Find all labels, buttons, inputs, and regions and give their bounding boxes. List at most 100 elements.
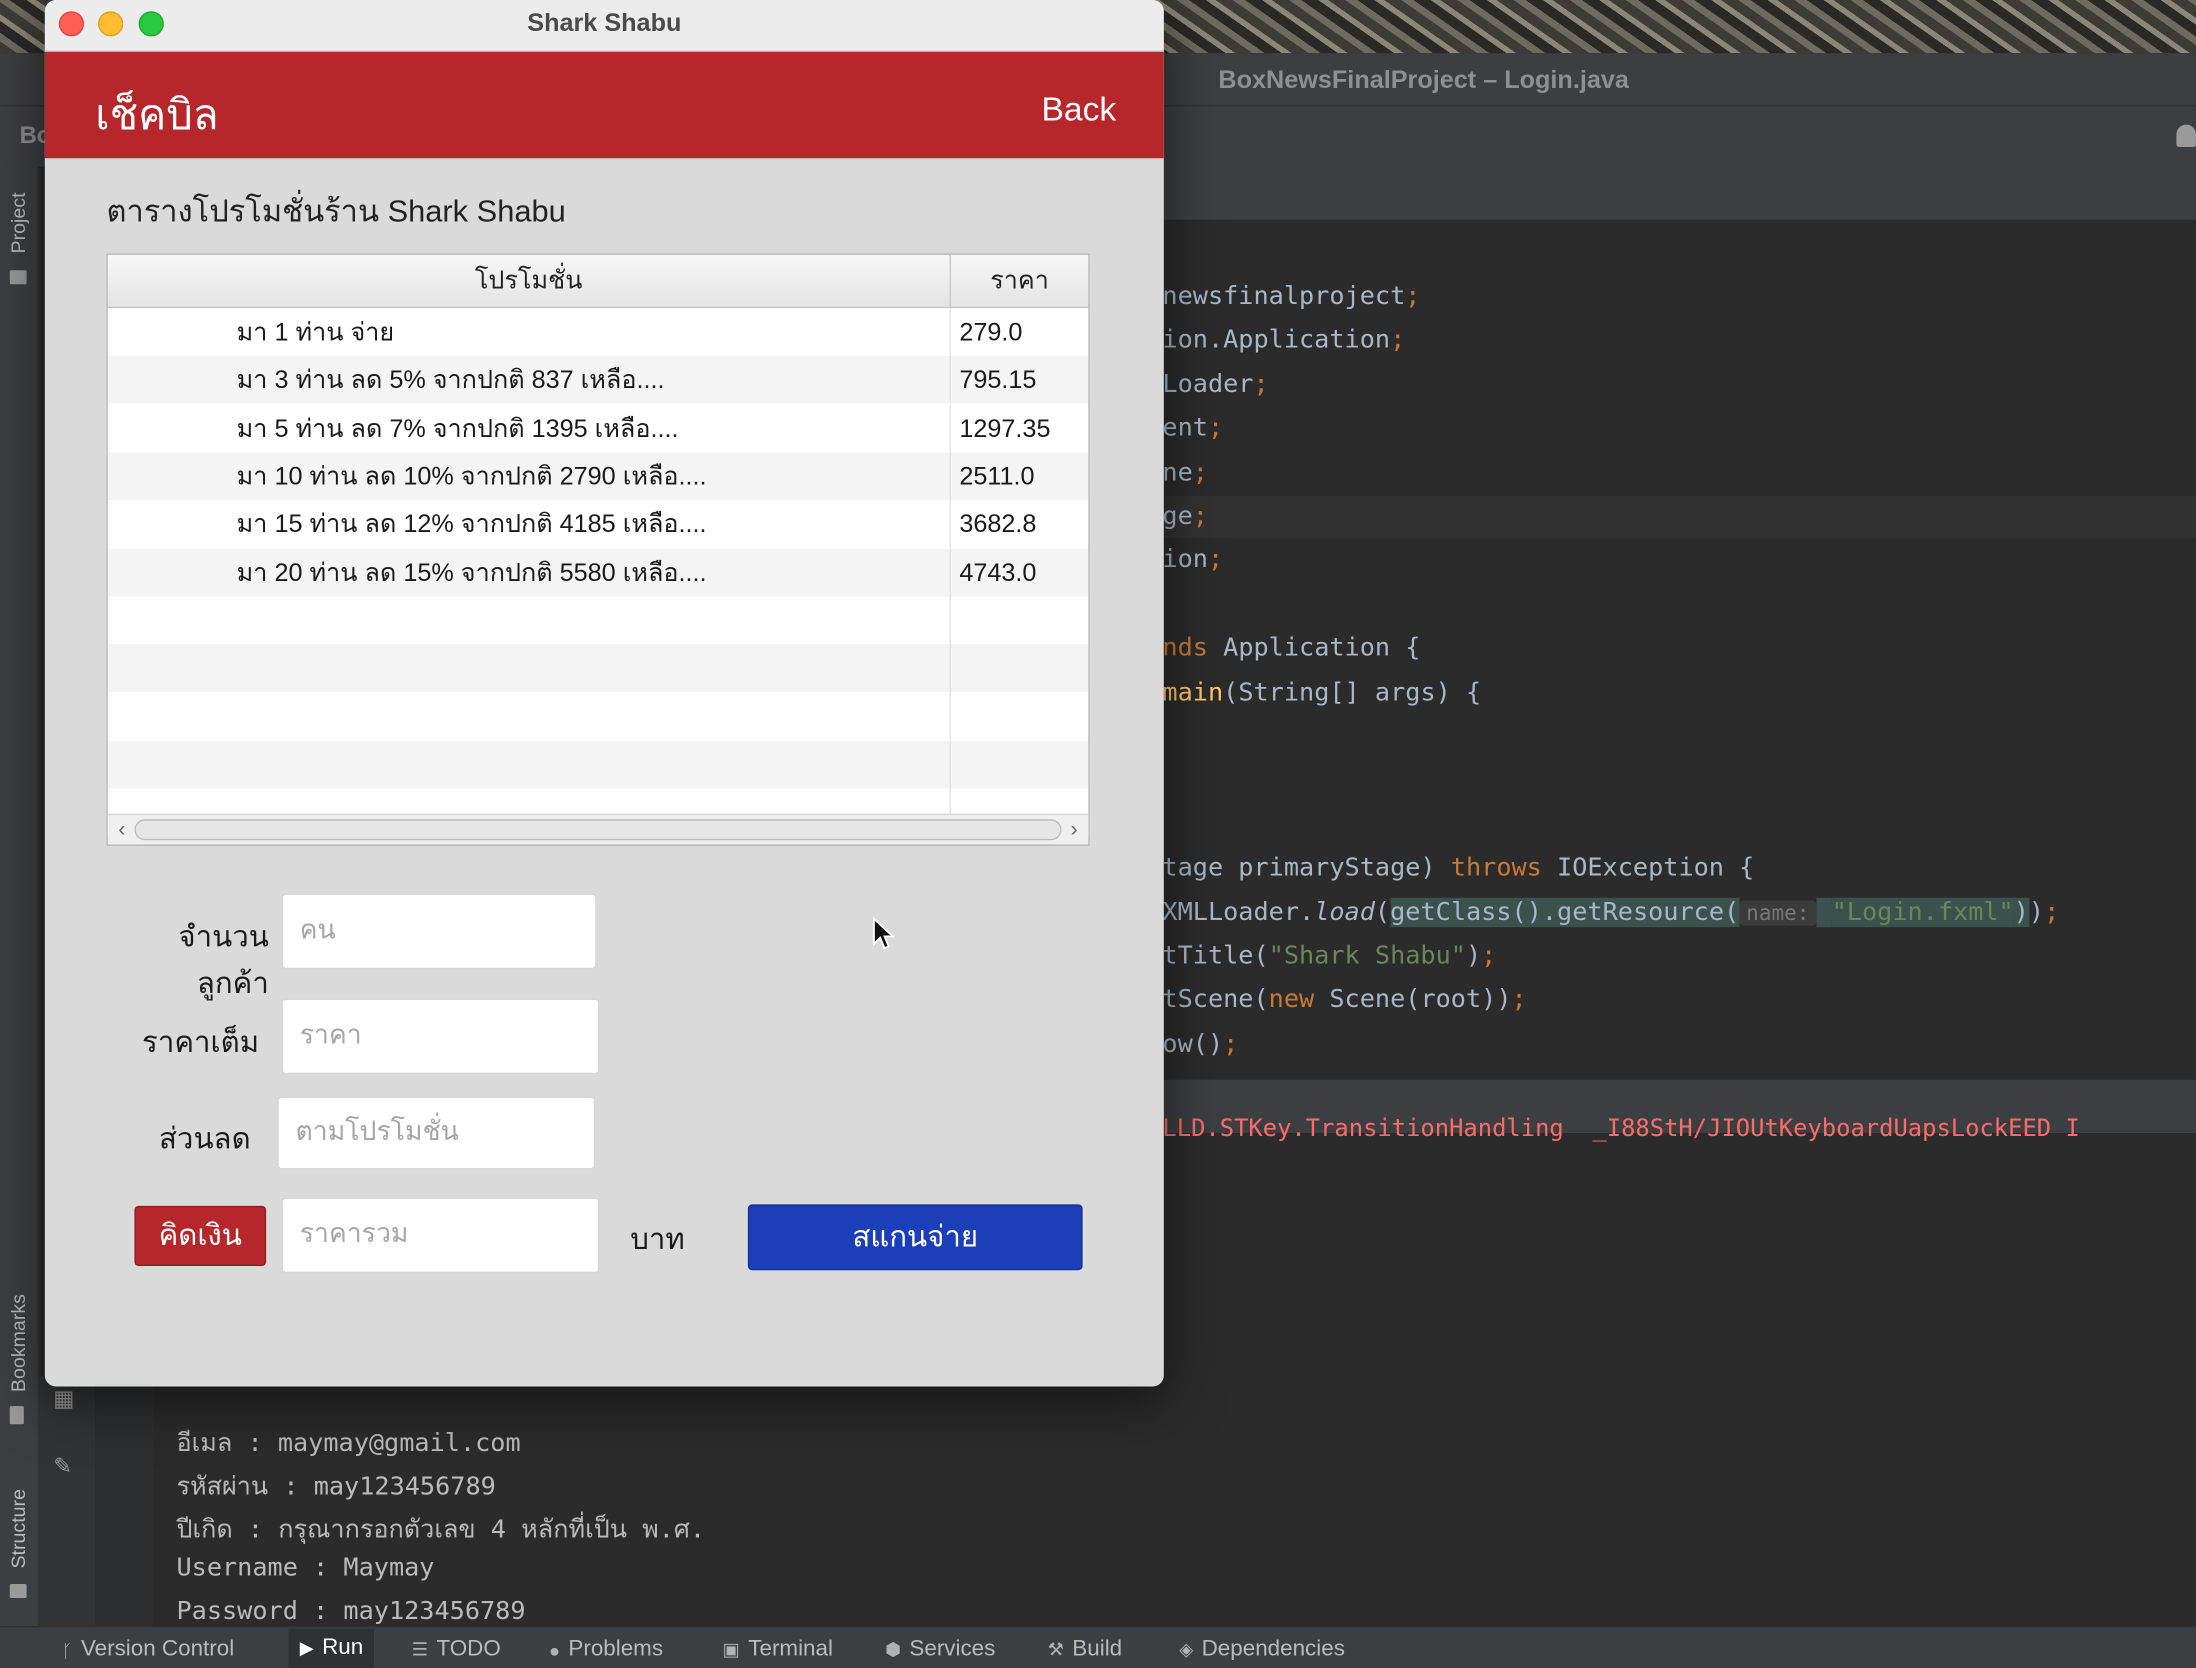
customers-input[interactable] xyxy=(281,893,597,970)
code-token: ( xyxy=(1374,897,1391,927)
code-editor[interactable]: newsfinalproject; ion.Application; Loader;… xyxy=(1162,219,2196,1117)
layers-icon: ◈ xyxy=(1179,1638,1194,1660)
code-line[interactable]: ne; xyxy=(1162,452,2196,494)
code-line[interactable]: ow(); xyxy=(1162,1023,2196,1065)
toolwindow-label: Version Control xyxy=(80,1637,235,1661)
promotion-cell: มา 10 ท่าน ลด 10% จากปกติ 2790 เหลือ.... xyxy=(108,452,951,500)
code-line[interactable]: main(String[] args) { xyxy=(1162,672,2196,714)
branch-icon: ᚴ xyxy=(61,1639,73,1661)
empty-table-row[interactable] xyxy=(107,740,1089,789)
code-token: tage primaryStage) xyxy=(1162,853,1451,883)
empty-table-row[interactable] xyxy=(107,644,1089,692)
price-cell xyxy=(951,596,1088,644)
code-line[interactable]: tage primaryStage) throws IOException { xyxy=(1162,848,2196,890)
table-row[interactable]: มา 5 ท่าน ลด 7% จากปกติ 1395 เหลือ.... 12… xyxy=(107,404,1089,452)
table-row[interactable]: มา 20 ท่าน ลด 15% จากปกติ 5580 เหลือ....… xyxy=(107,548,1089,596)
empty-table-row[interactable] xyxy=(107,596,1089,644)
layout-icon[interactable]: ▦ xyxy=(53,1385,78,1412)
scroll-left-icon[interactable]: ‹ xyxy=(111,815,133,846)
toolwindow-label: Services xyxy=(909,1637,996,1661)
code-token: ow() xyxy=(1162,1029,1224,1059)
scrollbar-thumb[interactable] xyxy=(134,819,1062,841)
code-token: ent xyxy=(1162,413,1208,443)
column-header-price[interactable]: ราคา xyxy=(951,255,1088,307)
code-token: Loader xyxy=(1162,369,1254,399)
code-line[interactable]: ion.Application; xyxy=(1162,320,2196,362)
header-bar: เช็คบิล Back xyxy=(44,51,1164,159)
run-icon: ▶ xyxy=(299,1637,314,1659)
pin-icon[interactable]: ✎ xyxy=(53,1452,78,1479)
code-line[interactable]: ge; xyxy=(1162,495,2196,538)
project-tool-tab[interactable]: Project xyxy=(7,192,29,253)
back-button[interactable]: Back xyxy=(1041,91,1116,130)
promotion-cell: มา 5 ท่าน ลด 7% จากปกติ 1395 เหลือ.... xyxy=(108,404,951,452)
toolwindow-build-button[interactable]: ⚒ Build xyxy=(1048,1634,1123,1665)
discount-input[interactable] xyxy=(277,1096,596,1170)
bookmarks-tool-tab[interactable]: Bookmarks xyxy=(7,1294,29,1392)
total-price-input[interactable] xyxy=(281,1197,600,1274)
code-token: ; xyxy=(2044,897,2060,927)
bookmark-icon xyxy=(9,1406,24,1425)
structure-tool-tab[interactable]: Structure xyxy=(7,1489,29,1569)
price-cell: 795.15 xyxy=(959,365,1037,394)
code-token: name: xyxy=(1739,899,1817,926)
list-icon: ☰ xyxy=(411,1638,429,1660)
run-toolbar: ▦ ✎ xyxy=(39,1376,96,1629)
code-line[interactable] xyxy=(1162,804,2196,846)
table-header: โปรโมชั่น ราคา xyxy=(107,254,1089,309)
code-token: newsfinalproject xyxy=(1162,281,1406,311)
toolwindow-label: Terminal xyxy=(748,1637,833,1661)
code-token: new xyxy=(1268,985,1330,1015)
code-line[interactable] xyxy=(1162,584,2196,626)
ide-window-title: BoxNewsFinalProject – Login.java xyxy=(1218,65,1629,94)
promotion-table[interactable]: โปรโมชั่น ราคา มา 1 ท่าน จ่าย 279.0 มา 3 ท… xyxy=(106,253,1090,846)
terminal-icon: ▣ xyxy=(722,1638,740,1660)
code-token: Scene(root)) xyxy=(1329,985,1512,1015)
promotion-table-title: ตารางโปรโมชั่นร้าน Shark Shabu xyxy=(106,193,566,229)
code-line[interactable]: ent; xyxy=(1162,408,2196,450)
code-token: nds xyxy=(1162,633,1224,663)
price-cell xyxy=(951,644,1088,692)
console-line: ปีเกิด : กรุณากรอกตัวเลข 4 หลักที่เป็น พ… xyxy=(176,1515,706,1546)
window-title: Shark Shabu xyxy=(527,8,682,37)
toolwindow-version-control-button[interactable]: ᚴ Version Control xyxy=(62,1634,235,1665)
code-line[interactable]: ion; xyxy=(1162,540,2196,582)
run-console[interactable]: อีเมล : maymay@gmail.com รหัสผ่าน : may12… xyxy=(154,1376,2196,1668)
toolwindow-dependencies-button[interactable]: ◈ Dependencies xyxy=(1179,1634,1345,1665)
table-row[interactable]: มา 1 ท่าน จ่าย 279.0 xyxy=(107,308,1089,356)
table-row[interactable]: มา 15 ท่าน ลด 12% จากปกติ 4185 เหลือ....… xyxy=(107,500,1089,548)
horizontal-scrollbar[interactable]: ‹ › xyxy=(107,813,1089,846)
toolwindow-label: TODO xyxy=(436,1637,501,1661)
empty-table-row[interactable] xyxy=(107,692,1089,741)
full-price-input[interactable] xyxy=(281,998,600,1075)
currency-label: บาท xyxy=(630,1224,685,1257)
toolwindow-run-button[interactable]: ▶ Run xyxy=(288,1628,375,1668)
code-line[interactable] xyxy=(1162,716,2196,758)
toolwindow-todo-button[interactable]: ☰ TODO xyxy=(412,1634,501,1665)
code-line[interactable]: tTitle("Shark Shabu"); xyxy=(1162,936,2196,978)
code-line[interactable] xyxy=(1162,760,2196,802)
column-header-promotion[interactable]: โปรโมชั่น xyxy=(108,254,951,307)
console-line: อีเมล : maymay@gmail.com xyxy=(176,1428,521,1458)
scroll-right-icon[interactable]: › xyxy=(1063,815,1085,846)
user-icon[interactable] xyxy=(2176,124,2196,148)
code-line[interactable]: nds Application { xyxy=(1162,628,2196,670)
screen: BoxNewsFinalProject – Login.java Bo Proj… xyxy=(0,0,2196,1668)
console-line: Username : Maymay xyxy=(176,1552,435,1582)
code-token: ; xyxy=(1192,457,1208,487)
console-error-line: LLD.STKey.TransitionHandling _I88StH/JIO… xyxy=(1162,1114,2080,1143)
code-line[interactable]: Loader; xyxy=(1162,364,2196,406)
code-line[interactable]: tScene(new Scene(root)); xyxy=(1162,979,2196,1021)
calculate-button[interactable]: คิดเงิน xyxy=(134,1205,267,1267)
table-row[interactable]: มา 3 ท่าน ลด 5% จากปกติ 837 เหลือ.... 795… xyxy=(107,356,1089,404)
scan-pay-button[interactable]: สแกนจ่าย xyxy=(747,1204,1083,1271)
hammer-icon: ⚒ xyxy=(1047,1638,1064,1660)
toolwindow-services-button[interactable]: ⬢ Services xyxy=(885,1634,995,1665)
table-row[interactable]: มา 10 ท่าน ลด 10% จากปกติ 2790 เหลือ....… xyxy=(107,452,1089,500)
code-token: (String[] args) { xyxy=(1223,677,1482,707)
code-line[interactable]: newsfinalproject; xyxy=(1162,276,2196,318)
toolwindow-problems-button[interactable]: ● Problems xyxy=(549,1634,663,1665)
toolwindow-terminal-button[interactable]: ▣ Terminal xyxy=(723,1634,833,1665)
code-line[interactable]: XMLLoader.load(getClass().getResource(na… xyxy=(1162,892,2196,934)
promotion-cell xyxy=(108,692,951,741)
